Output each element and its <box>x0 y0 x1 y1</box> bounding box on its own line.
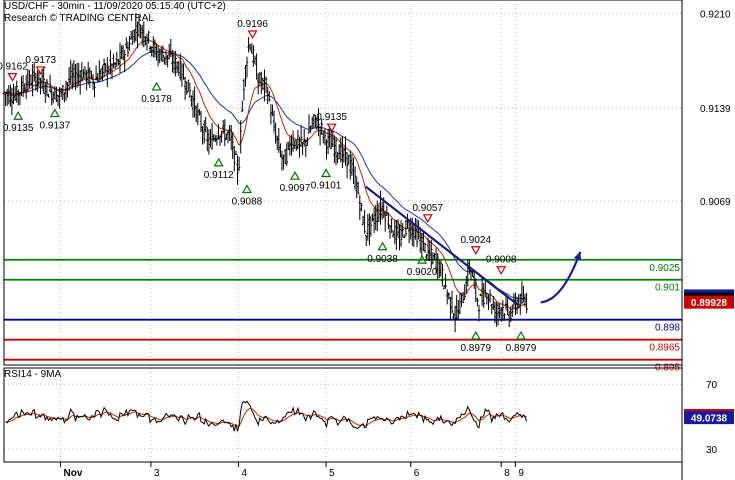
swing-high-label: 0.9008 <box>486 255 517 266</box>
x-tick-label: 9 <box>518 468 524 479</box>
swing-low-label: 0.9178 <box>141 94 172 105</box>
x-tick-label: 3 <box>154 468 160 479</box>
x-tick-label: 6 <box>414 468 420 479</box>
y-tick-label: 0.9069 <box>700 197 731 208</box>
swing-low-label: 0.9020 <box>407 267 438 278</box>
swing-low-label: 0.9097 <box>280 183 311 194</box>
level-label: 0.8965 <box>649 343 680 354</box>
swing-low-label: 0.9112 <box>204 170 234 181</box>
chart-source: Research © TRADING CENTRAL <box>4 13 154 24</box>
swing-high-label: 0.9173 <box>25 55 56 66</box>
x-tick-label: 4 <box>241 468 247 479</box>
swing-high-label: 0.9057 <box>412 203 443 214</box>
level-label: 0.9025 <box>649 263 680 274</box>
swing-low-label: 0.9088 <box>232 197 263 208</box>
y-tick-label: 0.9139 <box>700 104 731 115</box>
x-tick-label: 5 <box>329 468 335 479</box>
swing-low-label: 0.8979 <box>460 343 491 354</box>
swing-high-label: 0.9024 <box>460 235 491 246</box>
swing-high-label: 0.9196 <box>237 19 268 30</box>
swing-high-label: 0.9135 <box>316 112 347 123</box>
swing-low-label: 0.9135 <box>3 123 34 134</box>
x-tick-label: 8 <box>504 468 510 479</box>
swing-low-label: 0.8979 <box>506 343 537 354</box>
rsi-tick-label: 30 <box>706 445 718 456</box>
swing-low-label: 0.9101 <box>311 181 342 192</box>
swing-low-label: 0.9137 <box>40 121 71 132</box>
swing-low-label: 0.9038 <box>367 254 398 265</box>
level-label: 0.901 <box>655 283 680 294</box>
chart-title: USD/CHF - 30min - 11/09/2020 05:15:40 (U… <box>4 1 226 12</box>
rsi-title: RSI14 - 9MA <box>4 369 62 380</box>
price-tag-label: 0.89928 <box>691 298 728 309</box>
rsi-tick-label: 70 <box>706 380 718 391</box>
usdchf-chart: 0.90250.9010.8980.89650.895 0.91620.9173… <box>0 0 735 480</box>
rsi-tag-label: 49.0738 <box>691 414 728 425</box>
level-label: 0.898 <box>655 323 680 334</box>
y-tick-label: 0.9210 <box>700 9 731 20</box>
x-tick-label: Nov <box>64 468 83 479</box>
